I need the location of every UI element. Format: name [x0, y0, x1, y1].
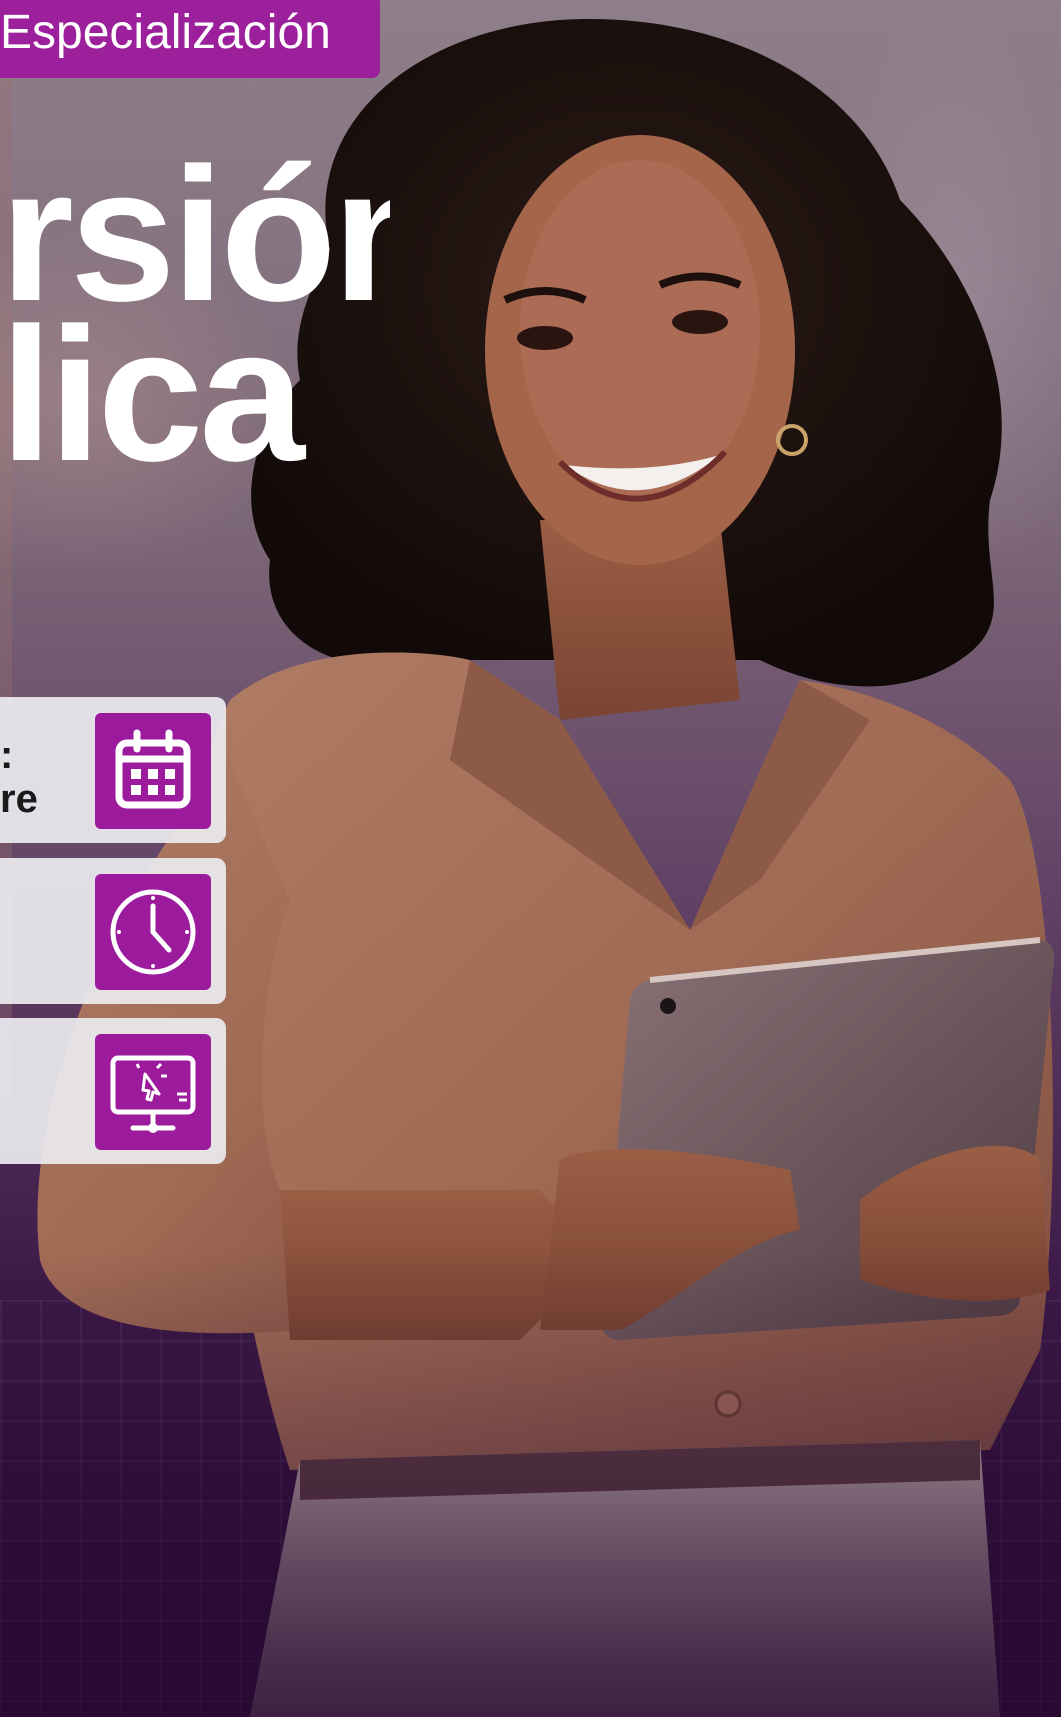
banner: Especialización rsión lica : re — [0, 0, 1061, 1717]
info-card-modality — [0, 1018, 226, 1164]
specialization-badge: Especialización — [0, 0, 380, 78]
monitor-click-icon — [95, 1034, 211, 1150]
clock-icon — [95, 874, 211, 990]
info-card-dates: : re — [0, 697, 226, 843]
headline-text-2: lica — [0, 300, 305, 490]
info-card-schedule — [0, 858, 226, 1004]
calendar-icon — [95, 713, 211, 829]
info-card-line-2: re — [0, 777, 38, 821]
headline-line-2: lica — [0, 300, 320, 490]
info-card-text: : re — [0, 733, 70, 821]
info-card-line-1: : — [0, 733, 14, 777]
badge-label: Especialización — [0, 6, 331, 59]
